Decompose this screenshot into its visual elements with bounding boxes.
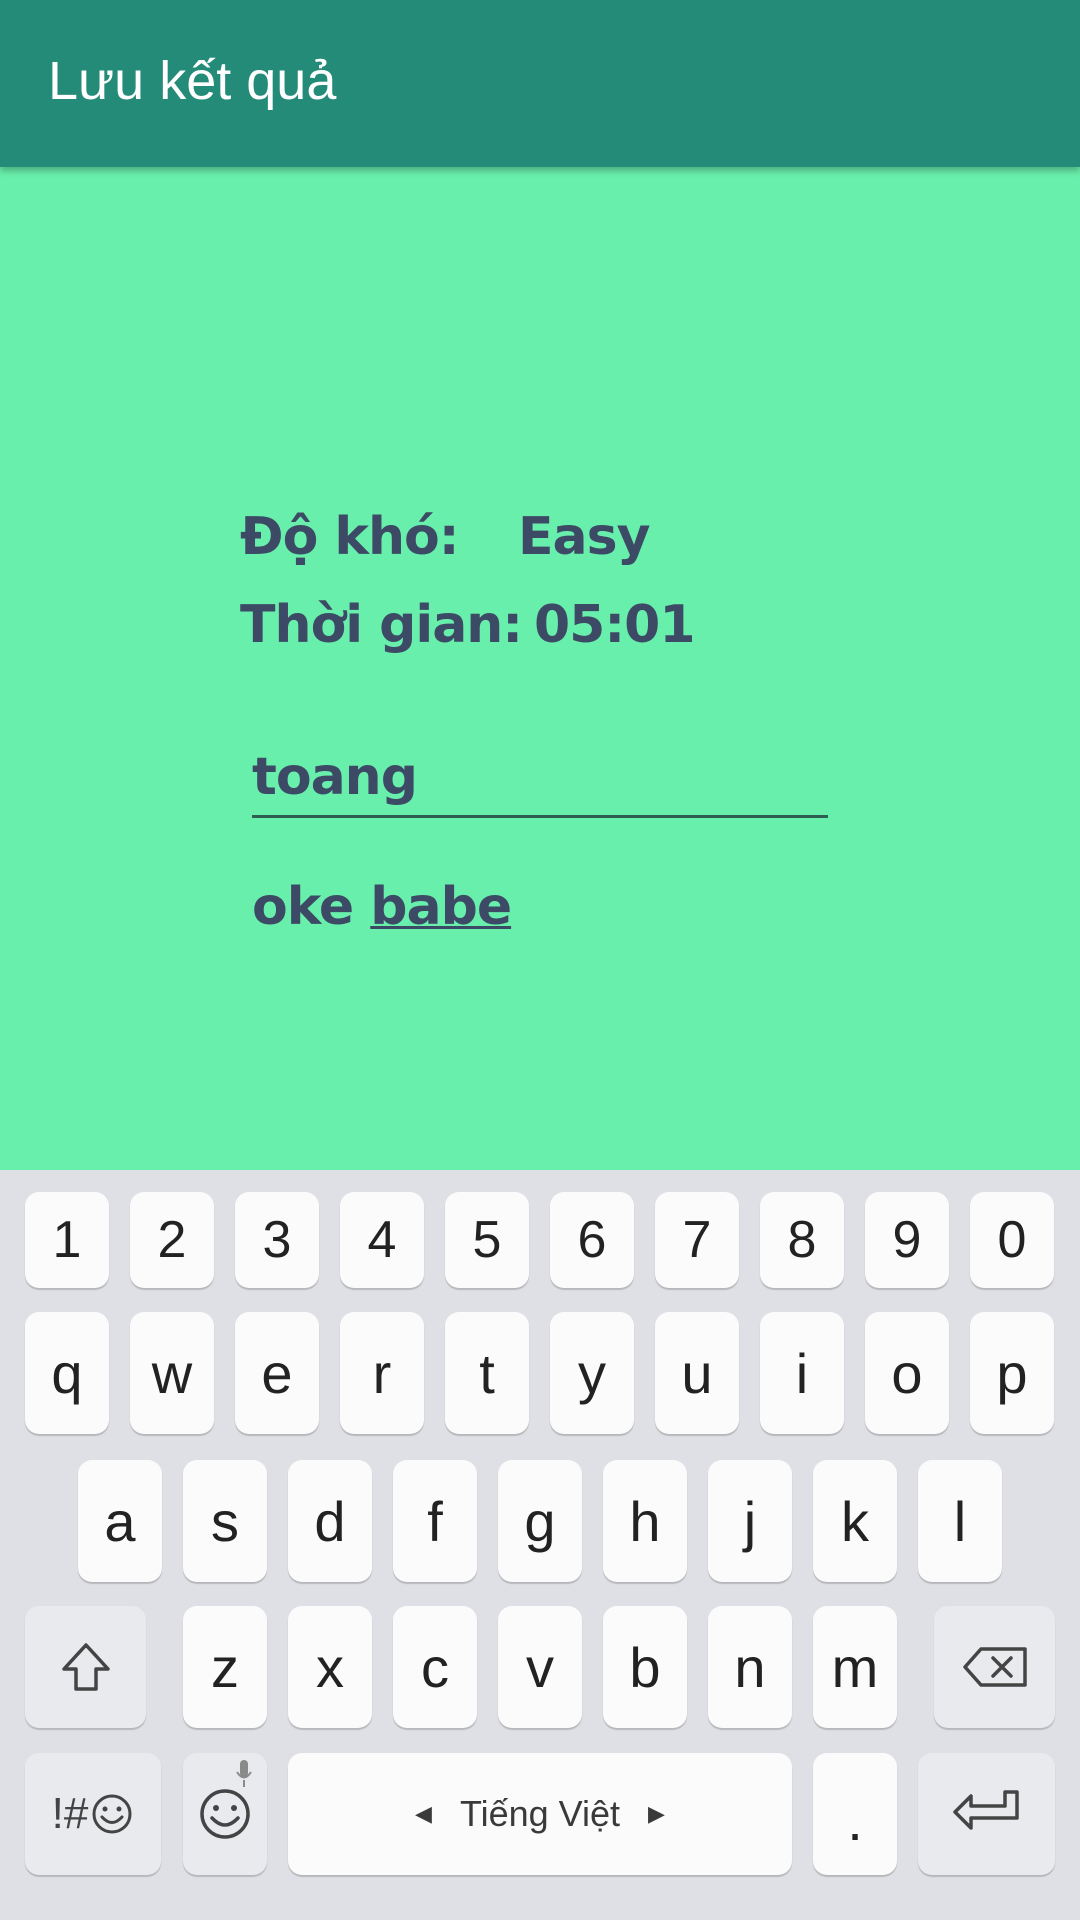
key-v[interactable]: v <box>498 1606 582 1728</box>
caret-right-icon: ▶ <box>648 1801 665 1826</box>
key-y[interactable]: y <box>550 1312 634 1434</box>
backspace-key[interactable] <box>934 1606 1055 1728</box>
enter-icon <box>952 1790 1019 1830</box>
key-k[interactable]: k <box>813 1460 897 1582</box>
key-h[interactable]: h <box>603 1460 687 1582</box>
key-3[interactable]: 3 <box>235 1192 319 1288</box>
save-button-label: oke <box>252 877 371 937</box>
key-9[interactable]: 9 <box>865 1192 949 1288</box>
shift-icon <box>61 1643 110 1691</box>
key-c[interactable]: c <box>393 1606 477 1728</box>
key-q[interactable]: q <box>25 1312 109 1434</box>
player-name-input[interactable] <box>252 738 828 818</box>
key-p[interactable]: p <box>970 1312 1054 1434</box>
space-key-label: Tiếng Việt <box>459 1793 621 1834</box>
backspace-icon <box>962 1647 1027 1687</box>
key-1[interactable]: 1 <box>25 1192 109 1288</box>
symbols-emoji-key[interactable]: !# <box>25 1753 161 1875</box>
key-g[interactable]: g <box>498 1460 582 1582</box>
key-n[interactable]: n <box>708 1606 792 1728</box>
difficulty-label: Độ khó: <box>240 507 460 567</box>
key-x[interactable]: x <box>288 1606 372 1728</box>
key-d[interactable]: d <box>288 1460 372 1582</box>
key-b[interactable]: b <box>603 1606 687 1728</box>
key-u[interactable]: u <box>655 1312 739 1434</box>
save-button-label-underlined: babe <box>370 877 512 937</box>
key-t[interactable]: t <box>445 1312 529 1434</box>
space-key-content: ◀ Tiếng Việt ▶ <box>415 1793 665 1835</box>
key-5[interactable]: 5 <box>445 1192 529 1288</box>
save-button[interactable]: oke babe <box>252 877 512 937</box>
app-bar-title: Lưu kết quả <box>48 51 337 111</box>
result-screen: Độ khó: Easy Thời gian: 05:01 oke babe <box>0 167 1080 1170</box>
key-j[interactable]: j <box>708 1460 792 1582</box>
key-7[interactable]: 7 <box>655 1192 739 1288</box>
time-value: 05:01 <box>534 595 696 655</box>
key-2[interactable]: 2 <box>130 1192 214 1288</box>
key-r[interactable]: r <box>340 1312 424 1434</box>
period-key-label: . <box>847 1789 863 1852</box>
key-4[interactable]: 4 <box>340 1192 424 1288</box>
symbols-label: !# <box>51 1789 89 1838</box>
shift-key[interactable] <box>25 1606 146 1728</box>
on-screen-keyboard: 1 2 3 4 5 6 7 8 9 0 q w e r t y u i o p … <box>0 1170 1080 1920</box>
app-bar: Lưu kết quả <box>0 0 1080 167</box>
key-l[interactable]: l <box>918 1460 1002 1582</box>
key-i[interactable]: i <box>760 1312 844 1434</box>
key-8[interactable]: 8 <box>760 1192 844 1288</box>
key-0[interactable]: 0 <box>970 1192 1054 1288</box>
mic-icon <box>236 1760 252 1787</box>
key-m[interactable]: m <box>813 1606 897 1728</box>
key-o[interactable]: o <box>865 1312 949 1434</box>
difficulty-value: Easy <box>518 507 650 567</box>
emoji-icon <box>92 1794 132 1834</box>
caret-left-icon: ◀ <box>415 1801 432 1826</box>
space-key[interactable]: ◀ Tiếng Việt ▶ <box>288 1753 792 1875</box>
key-6[interactable]: 6 <box>550 1192 634 1288</box>
period-key[interactable]: . <box>813 1753 897 1875</box>
key-w[interactable]: w <box>130 1312 214 1434</box>
key-s[interactable]: s <box>183 1460 267 1582</box>
key-f[interactable]: f <box>393 1460 477 1582</box>
key-a[interactable]: a <box>78 1460 162 1582</box>
time-label: Thời gian: <box>240 595 523 655</box>
emoji-key[interactable] <box>183 1753 267 1875</box>
key-z[interactable]: z <box>183 1606 267 1728</box>
enter-key[interactable] <box>918 1753 1055 1875</box>
key-e[interactable]: e <box>235 1312 319 1434</box>
smiley-icon <box>200 1789 250 1839</box>
